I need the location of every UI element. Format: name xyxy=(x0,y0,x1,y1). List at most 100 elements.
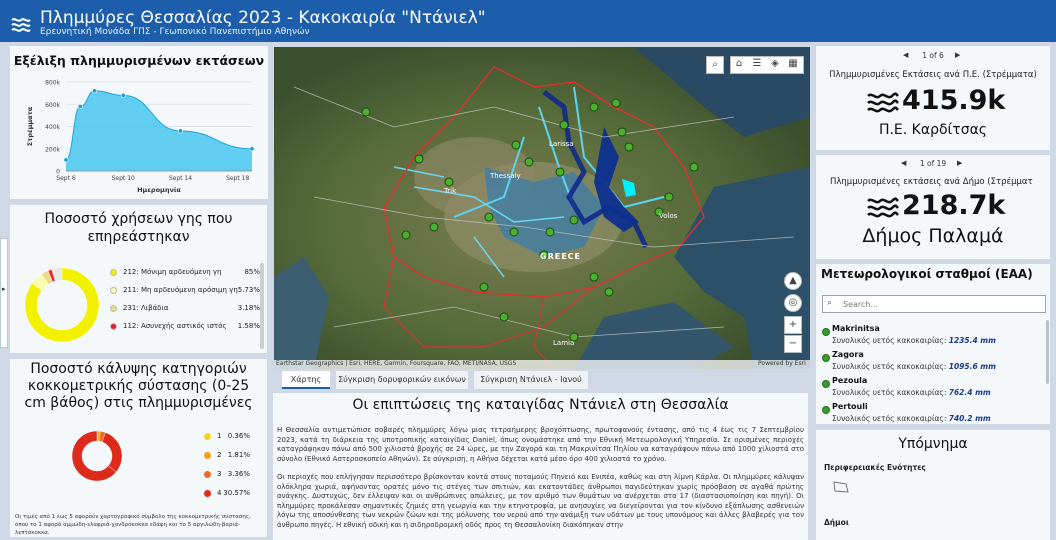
article-panel: Οι επιπτώσεις της καταιγίδας Ντάνιελ στη… xyxy=(273,393,808,540)
y-tick-label: 600k xyxy=(45,102,60,109)
pager-prev-button[interactable]: ◀ xyxy=(903,51,908,59)
soil-title: Ποσοστό κάλυψης κατηγοριών κοκκομετρικής… xyxy=(24,361,253,411)
map-powered-by[interactable]: Powered by Esri xyxy=(758,360,806,367)
stat1-pager: 1 of 6 xyxy=(922,51,944,60)
map-label-larissa: Larissa xyxy=(549,140,574,148)
pager-next-button[interactable]: ▶ xyxy=(957,159,962,167)
pager-next-button[interactable]: ▶ xyxy=(955,51,960,59)
legend-label: 112: Ασυνεχής αστικός ιστός xyxy=(123,322,227,330)
legend-label: 4 xyxy=(217,489,222,497)
landuse-panel: Ποσοστό χρήσεων γης που επηρεάστηκαν 212… xyxy=(10,205,267,353)
stat2-pager: 1 of 19 xyxy=(919,159,947,168)
legend-label: 3 xyxy=(217,470,222,478)
data-point[interactable] xyxy=(92,88,98,94)
water-waves-icon xyxy=(11,18,31,32)
y-tick-label: 200k xyxy=(45,146,60,153)
side-panel-toggle[interactable]: ▸ xyxy=(0,238,8,348)
legend-value: 3.18% xyxy=(237,304,260,312)
stat-card-regional-units: ◀ 1 of 6 ▶ Πλημμυρισμένες Εκτάσεις ανά Π… xyxy=(816,46,1050,150)
list-icon: ☰ xyxy=(752,58,762,69)
map-bookmark-button[interactable]: ☰ xyxy=(748,56,766,74)
map-label-greece: GREECE xyxy=(540,252,581,261)
landuse-title: Ποσοστό χρήσεων γης που επηρεάστηκαν xyxy=(44,211,233,245)
legend-value: 85% xyxy=(244,268,260,276)
legend-swatch xyxy=(204,432,211,440)
station-marker-icon xyxy=(822,380,830,388)
legend-label: 1 xyxy=(217,432,222,440)
landuse-legend-item[interactable]: 112: Ασυνεχής αστικός ιστός 1.58% xyxy=(110,322,260,330)
landuse-legend-item[interactable]: 212: Μόνιμη αρδευόμενη γη 85% xyxy=(110,268,260,276)
legend-swatch xyxy=(110,286,117,294)
station-rainfall: Συνολικός υετός κακοκαιρίας: 1235.4 mm xyxy=(832,336,996,345)
landuse-donut-chart xyxy=(24,267,100,343)
x-tick-label: Sept 6 xyxy=(56,175,76,182)
layers-icon: ◈ xyxy=(771,58,779,69)
landuse-legend-item[interactable]: 211: Μη αρδευόμενη αρόσιμη γη 5.73% xyxy=(110,286,260,294)
map-layers-button[interactable]: ◈ xyxy=(766,56,784,74)
tab-daniel-ianos-compare[interactable]: Σύγκριση Ντάνιελ - Ιανού xyxy=(474,371,588,389)
data-point[interactable] xyxy=(177,128,183,134)
legend-section-regional-units: Περιφερειακές Ενότητες xyxy=(824,463,926,472)
map-zoom-out-button[interactable]: − xyxy=(784,335,802,353)
stations-scrollbar[interactable] xyxy=(1046,320,1049,384)
pager-prev-button[interactable]: ◀ xyxy=(901,159,906,167)
data-point[interactable] xyxy=(77,103,83,109)
legend-swatch xyxy=(204,489,211,497)
soil-legend-item[interactable]: 4 30.57% xyxy=(204,489,250,497)
data-point[interactable] xyxy=(249,146,255,152)
map-panel[interactable]: Larissa Thessaly GREECE Volos Lamia Trik… xyxy=(274,47,810,369)
map-locate-button[interactable]: ◎ xyxy=(784,294,802,312)
map-home-button[interactable]: ⌂ xyxy=(730,56,748,74)
map-zoom-in-button[interactable]: + xyxy=(784,316,802,334)
legend-value: 30.57% xyxy=(223,489,250,497)
map-search-button[interactable]: ⌕ xyxy=(706,56,724,74)
donut-slice[interactable] xyxy=(101,432,122,473)
legend-panel: Υπόμνημα Περιφερειακές Ενότητες Δήμοι xyxy=(816,430,1050,540)
map-basemap-button[interactable]: ▦ xyxy=(784,56,802,74)
station-name: Makrinitsa xyxy=(832,324,880,333)
legend-swatch xyxy=(110,304,117,312)
map-label-lamia: Lamia xyxy=(553,339,575,347)
soil-legend-item[interactable]: 2 1.81% xyxy=(204,451,250,459)
map-attribution: Earthstar Geographics | Esri, HERE, Garm… xyxy=(276,360,517,367)
soil-legend-item[interactable]: 1 0.36% xyxy=(204,432,250,440)
compass-icon: ▲ xyxy=(789,275,797,286)
landuse-legend-item[interactable]: 231: Λιβάδια 3.18% xyxy=(110,304,260,312)
station-rainfall: Συνολικός υετός κακοκαιρίας: 740.2 mm xyxy=(832,414,991,423)
locate-icon: ◎ xyxy=(788,297,798,308)
stat1-value: 415.9k xyxy=(902,85,1006,116)
stat2-title: Πλημμυρισμένες εκτάσεις ανά Δήμο (Στρέμμ… xyxy=(830,177,1033,187)
minus-icon: − xyxy=(788,338,798,349)
legend-label: 2 xyxy=(217,451,222,459)
tab-satellite-compare[interactable]: Σύγκριση δορυφορικών εικόνων xyxy=(336,371,468,389)
stations-title: Μετεωρολογικοί σταθμοί (ΕΑΑ) xyxy=(821,267,1033,281)
station-rainfall: Συνολικός υετός κακοκαιρίας: 1095.6 mm xyxy=(832,362,996,371)
legend-swatch xyxy=(110,268,117,276)
map-basemap[interactable] xyxy=(274,47,810,369)
legend-swatch xyxy=(110,322,117,330)
data-point[interactable] xyxy=(120,92,126,98)
stations-search-input[interactable]: Search... xyxy=(843,300,878,309)
stations-search-field[interactable]: ⌕ Search... xyxy=(822,295,1046,313)
legend-label: 231: Λιβάδια xyxy=(123,304,169,312)
tab-map[interactable]: Χάρτης xyxy=(282,371,330,389)
polygon-outline-symbol xyxy=(833,481,849,493)
x-tick-label: Sept 18 xyxy=(226,175,249,182)
data-point[interactable] xyxy=(63,157,69,163)
stat1-title: Πλημμυρισμένες Εκτάσεις ανά Π.Ε. (Στρέμμ… xyxy=(829,70,1037,80)
y-tick-label: 800k xyxy=(45,80,60,87)
flood-area-chart: 0200k400k600k800kSept 6 Sept 10 Sept 14 Sep… xyxy=(26,80,255,194)
landuse-scrollbar[interactable] xyxy=(260,263,264,349)
app-title: Πλημμύρες Θεσσαλίας 2023 - Κακοκαιρία "Ν… xyxy=(40,8,486,28)
legend-title: Υπόμνημα xyxy=(898,436,968,452)
x-tick-label: Sept 10 xyxy=(112,175,135,182)
legend-value: 1.81% xyxy=(227,451,250,459)
app-subtitle: Ερευνητική Μονάδα ΓΠΣ - Γεωπονικό Πανεπι… xyxy=(40,27,310,37)
station-list-item[interactable]: Pertouli Συνολικός υετός κακοκαιρίας: 740… xyxy=(822,400,1044,434)
app-header: Πλημμύρες Θεσσαλίας 2023 - Κακοκαιρία "Ν… xyxy=(0,0,1056,42)
soil-legend-item[interactable]: 3 3.36% xyxy=(204,470,250,478)
flood-chart-title: Εξέλιξη πλημμυρισμένων εκτάσεων xyxy=(13,53,265,68)
stat2-label: Δήμος Παλαμά xyxy=(862,225,1004,247)
map-compass-button[interactable]: ▲ xyxy=(784,272,802,290)
map-label-thessaly: Thessaly xyxy=(490,172,521,180)
